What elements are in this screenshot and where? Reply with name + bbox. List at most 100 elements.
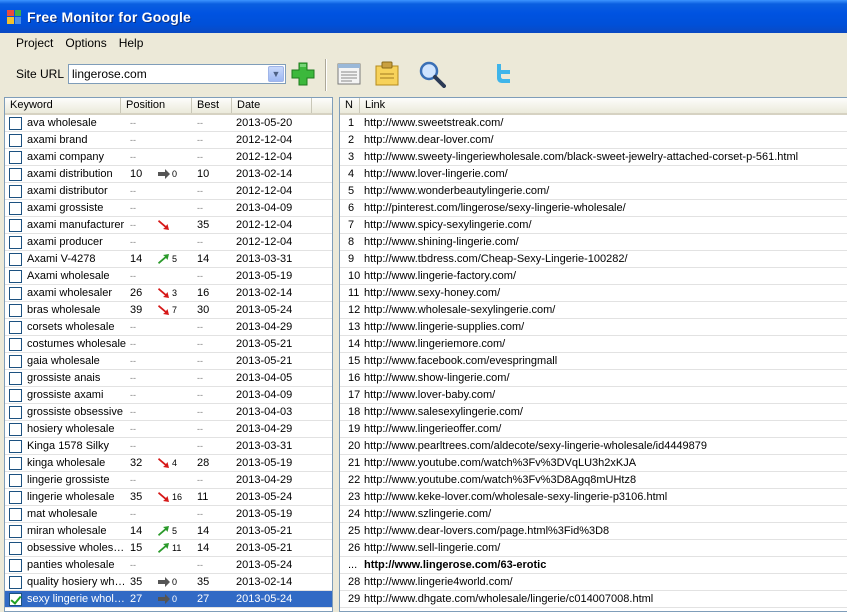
link-row[interactable]: 18 http://www.salesexylingerie.com/	[340, 404, 847, 421]
link-url[interactable]: http://www.wonderbeautylingerie.com/	[364, 185, 847, 197]
column-date[interactable]: Date	[232, 98, 312, 113]
keyword-row[interactable]: quality hosiery wholesale350352013-02-14	[5, 574, 332, 591]
link-url[interactable]: http://www.sexy-honey.com/	[364, 287, 847, 299]
notes-button[interactable]	[372, 59, 402, 89]
link-url[interactable]: http://www.keke-lover.com/wholesale-sexy…	[364, 491, 847, 503]
keyword-row[interactable]: corsets wholesale -- -- 2013-04-29	[5, 319, 332, 336]
link-url[interactable]: http://www.lover-lingerie.com/	[364, 168, 847, 180]
link-row[interactable]: 11 http://www.sexy-honey.com/	[340, 285, 847, 302]
keyword-checkbox[interactable]	[8, 575, 22, 589]
keyword-checkbox[interactable]	[8, 422, 22, 436]
keyword-row[interactable]: sexy lingerie wholesale270272013-05-24	[5, 591, 332, 608]
keyword-row[interactable]: axami distribution 10 0 10 2013-02-14	[5, 166, 332, 183]
keyword-row[interactable]: axami grossiste -- -- 2013-04-09	[5, 200, 332, 217]
keyword-row[interactable]: axami producer -- -- 2012-12-04	[5, 234, 332, 251]
link-row[interactable]: 21 http://www.youtube.com/watch%3Fv%3DVqL…	[340, 455, 847, 472]
keyword-row[interactable]: grossiste obsessive -- -- 2013-04-03	[5, 404, 332, 421]
link-row[interactable]: 25 http://www.dear-lovers.com/page.html%3…	[340, 523, 847, 540]
link-row[interactable]: 12 http://www.wholesale-sexylingerie.com/	[340, 302, 847, 319]
keyword-row[interactable]: lingerie grossiste -- -- 2013-04-29	[5, 472, 332, 489]
site-url-value[interactable]: lingerose.com	[69, 67, 268, 81]
link-url[interactable]: http://www.salesexylingerie.com/	[364, 406, 847, 418]
keyword-row[interactable]: panties wholesale -- -- 2013-05-24	[5, 557, 332, 574]
search-button[interactable]	[417, 59, 447, 89]
link-row[interactable]: 16 http://www.show-lingerie.com/	[340, 370, 847, 387]
column-keyword[interactable]: Keyword	[5, 98, 121, 113]
column-position[interactable]: Position	[121, 98, 192, 113]
link-url[interactable]: http://www.dear-lover.com/	[364, 134, 847, 146]
keyword-row[interactable]: axami distributor -- -- 2012-12-04	[5, 183, 332, 200]
link-url[interactable]: http://www.shining-lingerie.com/	[364, 236, 847, 248]
link-row[interactable]: 26 http://www.sell-lingerie.com/	[340, 540, 847, 557]
keyword-checkbox[interactable]	[8, 337, 22, 351]
link-url[interactable]: http://www.spicy-sexylingerie.com/	[364, 219, 847, 231]
title-bar[interactable]: Free Monitor for Google	[0, 0, 847, 33]
keyword-row[interactable]: axami brand -- -- 2012-12-04	[5, 132, 332, 149]
column-link[interactable]: Link	[360, 98, 847, 113]
link-url[interactable]: http://www.sweety-lingeriewholesale.com/…	[364, 151, 847, 163]
keyword-row[interactable]: axami company -- -- 2012-12-04	[5, 149, 332, 166]
keyword-checkbox[interactable]	[8, 150, 22, 164]
keyword-checkbox[interactable]	[8, 490, 22, 504]
link-row[interactable]: 7 http://www.spicy-sexylingerie.com/	[340, 217, 847, 234]
keyword-row[interactable]: hosiery wholesale -- -- 2013-04-29	[5, 421, 332, 438]
link-row[interactable]: 6 http://pinterest.com/lingerose/sexy-lin…	[340, 200, 847, 217]
link-row[interactable]: 23 http://www.keke-lover.com/wholesale-se…	[340, 489, 847, 506]
keyword-row[interactable]: Kinga 1578 Silky -- -- 2013-03-31	[5, 438, 332, 455]
link-url[interactable]: http://www.szlingerie.com/	[364, 508, 847, 520]
links-list[interactable]: N Link 1 http://www.sweetstreak.com/2 http…	[339, 97, 847, 612]
keywords-list[interactable]: Keyword Position Best Date ava wholesale…	[4, 97, 333, 612]
keyword-row[interactable]: kinga wholesale 32 4 28 2013-05-19	[5, 455, 332, 472]
site-url-select[interactable]: lingerose.com ▼	[68, 64, 286, 84]
keyword-checkbox[interactable]	[8, 235, 22, 249]
menu-help[interactable]: Help	[113, 36, 150, 50]
link-row[interactable]: 5 http://www.wonderbeautylingerie.com/	[340, 183, 847, 200]
keyword-checkbox[interactable]	[8, 524, 22, 538]
link-row[interactable]: 3 http://www.sweety-lingeriewholesale.com…	[340, 149, 847, 166]
link-url[interactable]: http://www.pearltrees.com/aldecote/sexy-…	[364, 440, 847, 452]
link-url[interactable]: http://www.tbdress.com/Cheap-Sexy-Linger…	[364, 253, 847, 265]
keyword-checkbox[interactable]	[8, 456, 22, 470]
link-row[interactable]: 4 http://www.lover-lingerie.com/	[340, 166, 847, 183]
keyword-checkbox[interactable]	[8, 405, 22, 419]
link-row[interactable]: 9 http://www.tbdress.com/Cheap-Sexy-Linge…	[340, 251, 847, 268]
keyword-checkbox[interactable]	[8, 439, 22, 453]
keyword-row[interactable]: grossiste axami -- -- 2013-04-09	[5, 387, 332, 404]
link-url[interactable]: http://www.youtube.com/watch%3Fv%3DVqLU3…	[364, 457, 847, 469]
link-url[interactable]: http://www.lingerie-factory.com/	[364, 270, 847, 282]
keyword-checkbox[interactable]	[8, 558, 22, 572]
keyword-row[interactable]: obsessive wholesale 15 11 14 2013-05-21	[5, 540, 332, 557]
menu-options[interactable]: Options	[59, 36, 112, 50]
keyword-row[interactable]: mat wholesale -- -- 2013-05-19	[5, 506, 332, 523]
keyword-row[interactable]: bras wholesale 39 7 30 2013-05-24	[5, 302, 332, 319]
link-url[interactable]: http://www.dhgate.com/wholesale/lingerie…	[364, 593, 847, 605]
keyword-checkbox[interactable]	[8, 303, 22, 317]
link-url[interactable]: http://www.lingeriemore.com/	[364, 338, 847, 350]
keyword-row[interactable]: miran wholesale 14 5 14 2013-05-21	[5, 523, 332, 540]
twitter-button[interactable]	[487, 59, 517, 89]
link-row[interactable]: 14 http://www.lingeriemore.com/	[340, 336, 847, 353]
keyword-row[interactable]: Axami wholesale -- -- 2013-05-19	[5, 268, 332, 285]
keyword-row[interactable]: Axami V-4278 14 5 14 2013-03-31	[5, 251, 332, 268]
add-site-button[interactable]	[288, 59, 318, 89]
menu-project[interactable]: Project	[10, 36, 59, 50]
keyword-checkbox[interactable]	[8, 320, 22, 334]
keyword-checkbox[interactable]	[8, 269, 22, 283]
keyword-row[interactable]: costumes wholesale -- -- 2013-05-21	[5, 336, 332, 353]
keyword-checkbox[interactable]	[8, 371, 22, 385]
link-url[interactable]: http://www.sell-lingerie.com/	[364, 542, 847, 554]
link-row[interactable]: 13 http://www.lingerie-supplies.com/	[340, 319, 847, 336]
keyword-checkbox[interactable]	[8, 252, 22, 266]
link-url[interactable]: http://www.youtube.com/watch%3Fv%3D8Agq8…	[364, 474, 847, 486]
link-row[interactable]: 2 http://www.dear-lover.com/	[340, 132, 847, 149]
column-best[interactable]: Best	[192, 98, 232, 113]
chevron-down-icon[interactable]: ▼	[268, 66, 284, 82]
keyword-row[interactable]: lingerie wholesale 35 16 11 2013-05-24	[5, 489, 332, 506]
keyword-checkbox[interactable]	[8, 354, 22, 368]
link-url[interactable]: http://www.lingerie4world.com/	[364, 576, 847, 588]
keyword-checkbox[interactable]	[8, 541, 22, 555]
keyword-checkbox[interactable]	[8, 592, 22, 606]
keyword-row[interactable]: gaia wholesale -- -- 2013-05-21	[5, 353, 332, 370]
link-url[interactable]: http://www.facebook.com/evespringmall	[364, 355, 847, 367]
link-url[interactable]: http://www.show-lingerie.com/	[364, 372, 847, 384]
